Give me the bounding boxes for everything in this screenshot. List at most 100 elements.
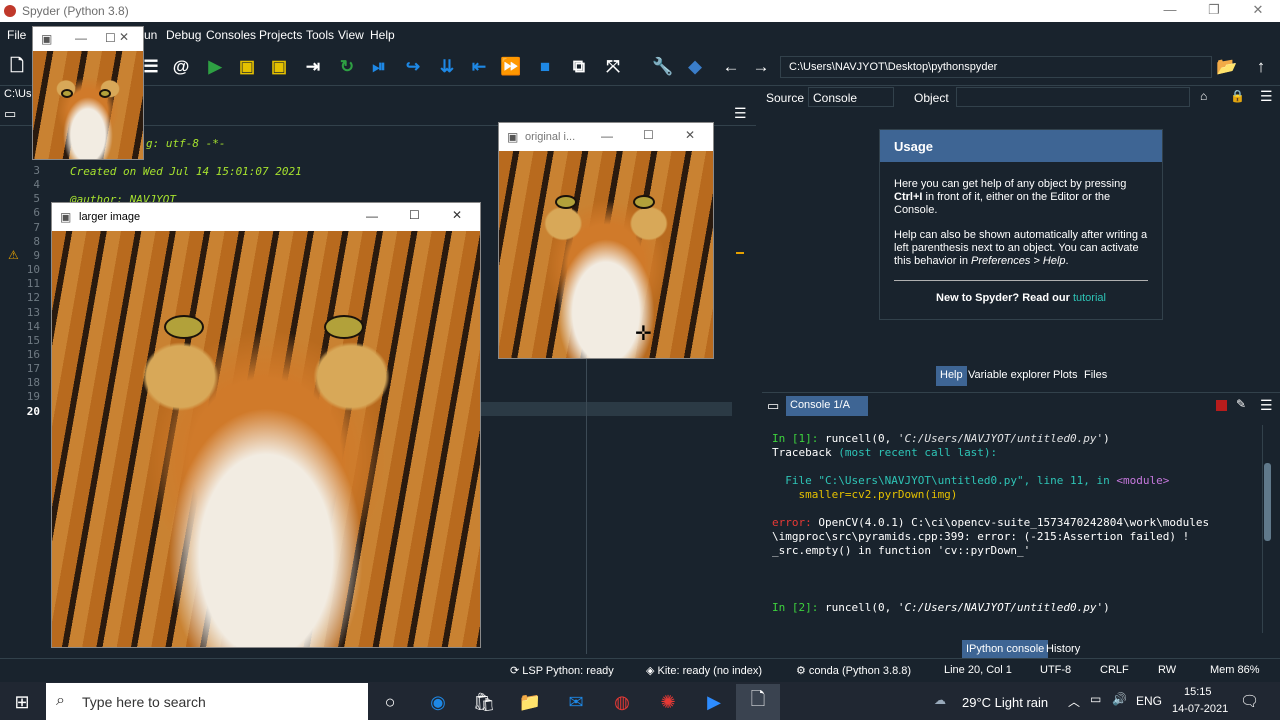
menu-view[interactable]: View	[338, 28, 364, 42]
close-button[interactable]: ✕	[1236, 0, 1280, 22]
editor-options-icon[interactable]: ☰	[734, 105, 747, 122]
step-icon[interactable]: ↪	[402, 56, 424, 78]
debug-icon[interactable]: ⏯	[368, 56, 390, 78]
console-in2: In [2]: runcell(0, 'C:/Users/NAVJYOT/unt…	[772, 601, 1110, 614]
menu-tools[interactable]: Tools	[306, 28, 334, 42]
line-number: 8	[33, 234, 40, 248]
larger-minimize-button[interactable]: —	[366, 209, 378, 223]
original-close-button[interactable]: ✕	[685, 128, 695, 142]
tab-ipython-console[interactable]: IPython console	[962, 640, 1049, 658]
tab-files[interactable]: Files	[1080, 366, 1111, 386]
code-created: Created on Wed Jul 14 15:01:07 2021	[70, 165, 302, 178]
notifications-icon[interactable]: 🗨	[1240, 692, 1259, 710]
source-select[interactable]: Console	[808, 87, 894, 107]
back-arrow-icon[interactable]: ←	[720, 56, 742, 78]
python-path-icon[interactable]: ◆	[684, 56, 706, 78]
menu-projects[interactable]: Projects	[259, 28, 302, 42]
notepad-icon[interactable]: 🗋	[746, 689, 770, 714]
small-window-titlebar[interactable]: ▣ — ☐ ✕	[33, 27, 143, 51]
larger-close-button[interactable]: ✕	[452, 208, 462, 222]
task-view-icon[interactable]: ○	[378, 690, 402, 714]
line-number: 14	[26, 319, 40, 333]
original-window-titlebar[interactable]: ▣ original i... — ☐ ✕	[499, 123, 713, 151]
weather-text[interactable]: 29°C Light rain	[962, 695, 1048, 710]
line-number: 12	[26, 291, 40, 305]
help-options-icon[interactable]: ☰	[1260, 88, 1273, 105]
parent-dir-icon[interactable]: ↑	[1250, 56, 1272, 78]
browse-folder-icon[interactable]: 📂	[1216, 56, 1238, 78]
object-input[interactable]	[956, 87, 1190, 107]
file-explorer-icon[interactable]: 📁	[518, 690, 542, 714]
at-icon[interactable]: @	[170, 56, 192, 78]
run-icon[interactable]: ▶	[204, 56, 226, 78]
tutorial-link[interactable]: tutorial	[1073, 292, 1106, 304]
step-return-icon[interactable]: ⇤	[468, 56, 490, 78]
original-image-window[interactable]: ▣ original i... — ☐ ✕ ✛	[498, 122, 714, 359]
step-into-icon[interactable]: ⇊	[436, 56, 458, 78]
run-selection-icon[interactable]: ⇥	[302, 56, 324, 78]
clock-date[interactable]: 14-07-2021	[1172, 703, 1228, 715]
small-minimize-button[interactable]: —	[75, 31, 87, 45]
clock-time[interactable]: 15:15	[1184, 686, 1212, 698]
console-options-icon[interactable]: ☰	[1260, 397, 1273, 414]
tab-list-icon[interactable]: ▭	[4, 106, 16, 122]
console-scrollbar[interactable]	[1262, 425, 1272, 633]
stop-kernel-icon[interactable]	[1216, 400, 1227, 411]
volume-icon[interactable]: 🔊	[1112, 692, 1127, 706]
continue-icon[interactable]: ⏩	[500, 56, 522, 78]
menu-debug[interactable]: Debug	[166, 28, 201, 42]
minimize-button[interactable]: —	[1148, 0, 1192, 22]
line-number: 16	[26, 347, 40, 361]
zoom-icon[interactable]: ▶	[702, 690, 726, 714]
small-image-window[interactable]: ▣ — ☐ ✕	[32, 26, 144, 160]
restore-button[interactable]: ❐	[1192, 0, 1236, 22]
taskbar-search-box[interactable]: Type here to search	[46, 683, 368, 720]
menu-file[interactable]: File	[7, 28, 26, 42]
menu-consoles[interactable]: Consoles	[206, 28, 256, 42]
console-scrollbar-thumb[interactable]	[1264, 463, 1271, 541]
language-indicator[interactable]: ENG	[1136, 694, 1162, 708]
lock-icon[interactable]: 🔒	[1230, 89, 1245, 103]
clear-console-icon[interactable]: ✎	[1236, 397, 1246, 411]
larger-image-window[interactable]: ▣ larger image — ☐ ✕	[51, 202, 481, 648]
larger-window-titlebar[interactable]: ▣ larger image — ☐ ✕	[52, 203, 480, 231]
new-file-icon[interactable]: 🗋	[6, 56, 28, 78]
rerun-icon[interactable]: ↻	[336, 56, 358, 78]
line-number: 7	[33, 220, 40, 234]
battery-icon[interactable]: ▭	[1090, 692, 1101, 706]
store-icon[interactable]: 🛍	[472, 690, 496, 714]
stop-debug-icon[interactable]: ■	[534, 56, 556, 78]
console-tab[interactable]: Console 1/A	[786, 396, 868, 416]
forward-arrow-icon[interactable]: →	[750, 56, 772, 78]
edge-browser-icon[interactable]: ◉	[426, 690, 450, 714]
tab-variable-explorer[interactable]: Variable explorer	[964, 366, 1054, 386]
home-icon[interactable]: ⌂	[1200, 89, 1207, 103]
menu-run[interactable]: un	[144, 28, 157, 42]
mail-icon[interactable]: ✉	[564, 690, 588, 714]
tab-plots[interactable]: Plots	[1049, 366, 1081, 386]
spyder-taskbar-icon[interactable]: ✺	[656, 690, 680, 714]
preferences-icon[interactable]: 🔧	[652, 56, 674, 78]
chrome-icon[interactable]: ◍	[610, 690, 634, 714]
tab-history[interactable]: History	[1042, 640, 1084, 658]
menu-help[interactable]: Help	[370, 28, 395, 42]
tab-help[interactable]: Help	[936, 366, 967, 386]
console-error-1: error: OpenCV(4.0.1) C:\ci\opencv-suite_…	[772, 516, 1210, 529]
run-cell-advance-icon[interactable]: ▣	[268, 56, 290, 78]
small-maximize-button[interactable]: ☐	[105, 31, 116, 45]
larger-maximize-button[interactable]: ☐	[409, 208, 420, 222]
original-maximize-button[interactable]: ☐	[643, 128, 654, 142]
kite-status[interactable]: ◈ Kite: ready (no index)	[646, 664, 762, 677]
small-close-button[interactable]: ✕	[119, 30, 129, 44]
window-title: Spyder (Python 3.8)	[22, 4, 129, 18]
working-dir-input[interactable]: C:\Users\NAVJYOT\Desktop\pythonspyder	[780, 56, 1212, 78]
maximize-pane-icon[interactable]: ⧉	[568, 56, 590, 78]
line-number: 11	[26, 277, 40, 291]
original-minimize-button[interactable]: —	[601, 129, 613, 143]
fullscreen-icon[interactable]: ⤧	[602, 56, 624, 78]
windows-start-icon[interactable]: ⊞	[10, 690, 34, 714]
weather-icon: ☁	[934, 693, 946, 707]
tray-expand-icon[interactable]: ︿	[1068, 693, 1080, 710]
run-cell-icon[interactable]: ▣	[236, 56, 258, 78]
original-window-title: original i...	[525, 131, 576, 143]
